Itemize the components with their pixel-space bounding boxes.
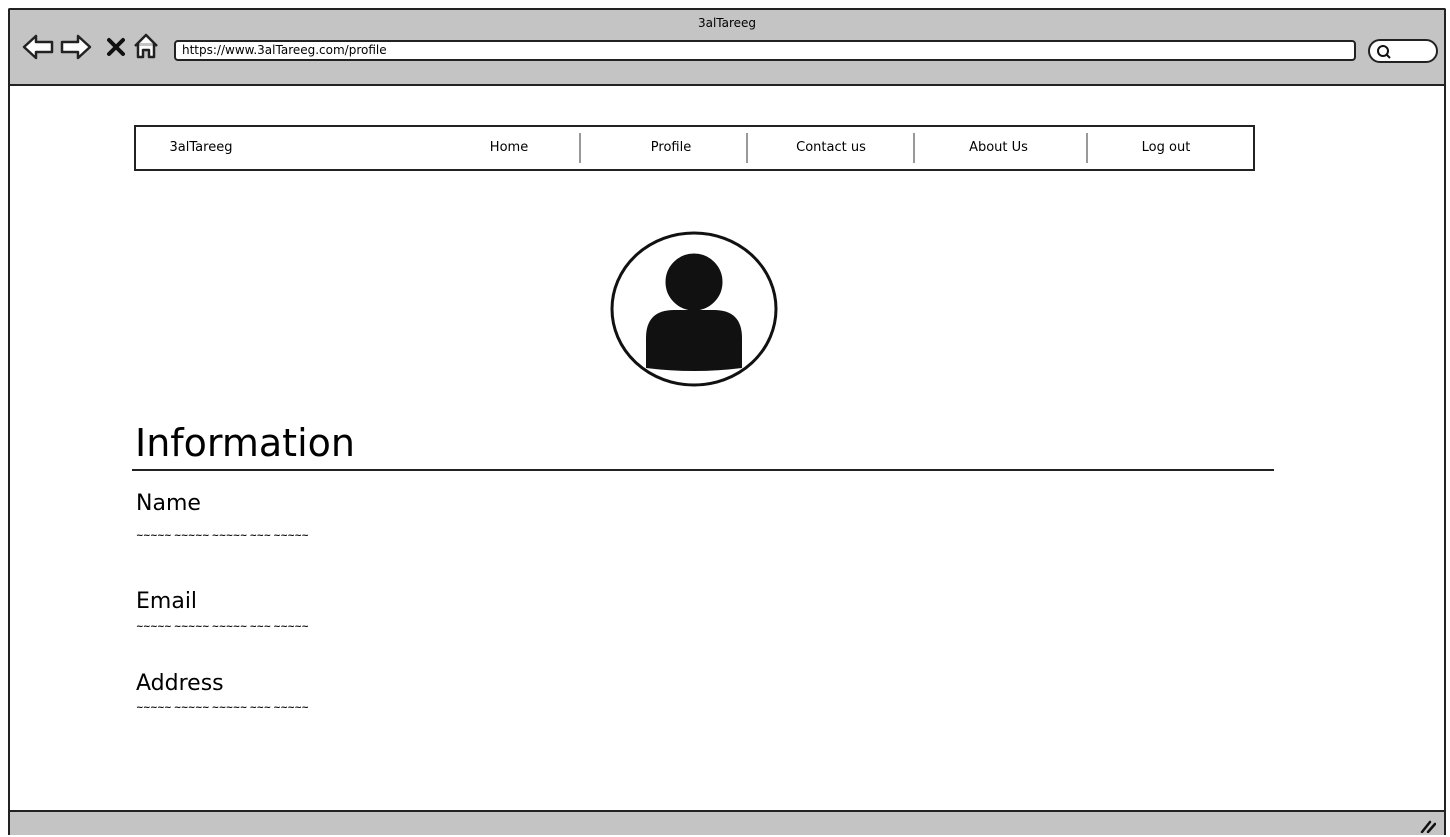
home-icon[interactable] <box>132 32 160 64</box>
address-value: ~~~~~ ~~~~~ ~~~~~ ~~~ ~~~~~ <box>136 703 309 713</box>
nav-profile[interactable]: Profile <box>626 127 716 169</box>
url-bar[interactable]: https://www.3alTareeg.com/profile <box>174 40 1356 61</box>
nav-separator <box>1086 133 1088 163</box>
nav-home[interactable]: Home <box>469 127 549 169</box>
name-value: ~~~~~ ~~~~~ ~~~~~ ~~~ ~~~~~ <box>136 531 309 541</box>
nav-contact-us[interactable]: Contact us <box>776 127 886 169</box>
search-icon <box>1377 45 1391 59</box>
profile-avatar <box>610 230 778 388</box>
user-icon <box>610 231 778 387</box>
nav-separator <box>913 133 915 163</box>
resize-grip-icon[interactable] <box>1420 818 1437 837</box>
back-arrow-icon[interactable] <box>22 34 54 64</box>
name-label: Name <box>136 491 201 516</box>
window-title: 3alTareeg <box>697 16 757 30</box>
close-icon[interactable] <box>106 37 126 61</box>
nav-about-us[interactable]: About Us <box>951 127 1046 169</box>
site-navbar: 3alTareeg Home Profile Contact us About … <box>134 125 1255 171</box>
forward-arrow-icon[interactable] <box>60 34 92 64</box>
browser-statusbar <box>10 810 1444 835</box>
nav-log-out[interactable]: Log out <box>1121 127 1211 169</box>
browser-titlebar: 3alTareeg https://www.3alTareeg.com/prof… <box>10 10 1444 86</box>
address-label: Address <box>136 671 224 696</box>
heading-divider <box>132 469 1274 471</box>
browser-search-button[interactable] <box>1368 39 1438 63</box>
nav-separator <box>746 133 748 163</box>
nav-separator <box>579 133 581 163</box>
email-value: ~~~~~ ~~~~~ ~~~~~ ~~~ ~~~~~ <box>136 622 309 632</box>
brand-link[interactable]: 3alTareeg <box>146 127 256 169</box>
information-heading: Information <box>135 421 355 465</box>
email-label: Email <box>136 589 198 614</box>
